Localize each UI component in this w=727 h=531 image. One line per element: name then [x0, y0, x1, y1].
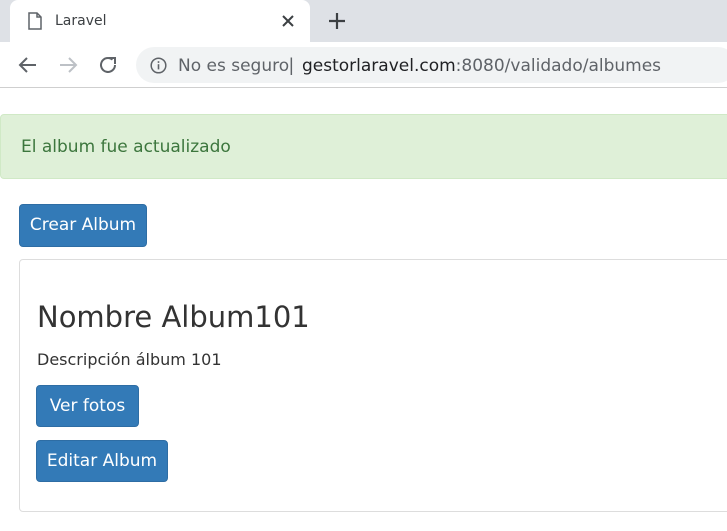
- album-title: Nombre Album101: [37, 300, 310, 334]
- edit-album-button[interactable]: Editar Album: [36, 440, 168, 482]
- alert-message: El album fue actualizado: [21, 137, 231, 157]
- browser-tab[interactable]: Laravel: [10, 0, 310, 42]
- browser-toolbar: No es seguro | gestorlaravel.com:8080/va…: [0, 42, 727, 88]
- view-photos-button[interactable]: Ver fotos: [36, 385, 139, 427]
- forward-icon[interactable]: [56, 53, 80, 77]
- security-label: No es seguro: [178, 56, 290, 76]
- album-card: Nombre Album101 Descripción álbum 101 Ve…: [19, 259, 727, 512]
- url-path: :8080/validado/albumes: [455, 56, 662, 76]
- url-text[interactable]: gestorlaravel.com:8080/validado/albumes: [302, 56, 661, 76]
- album-description: Descripción álbum 101: [37, 350, 222, 369]
- document-icon: [27, 12, 43, 30]
- info-icon[interactable]: [150, 57, 167, 74]
- address-bar[interactable]: No es seguro | gestorlaravel.com:8080/va…: [136, 47, 727, 83]
- create-album-button[interactable]: Crear Album: [19, 204, 147, 247]
- new-tab-icon[interactable]: [326, 10, 348, 32]
- address-separator: |: [289, 55, 294, 75]
- url-host: gestorlaravel.com: [302, 56, 456, 76]
- close-icon[interactable]: [280, 13, 296, 29]
- success-alert: El album fue actualizado: [0, 114, 727, 179]
- reload-icon[interactable]: [96, 53, 120, 77]
- tab-strip: Laravel: [0, 0, 727, 42]
- back-icon[interactable]: [16, 53, 40, 77]
- tab-title: Laravel: [55, 13, 107, 29]
